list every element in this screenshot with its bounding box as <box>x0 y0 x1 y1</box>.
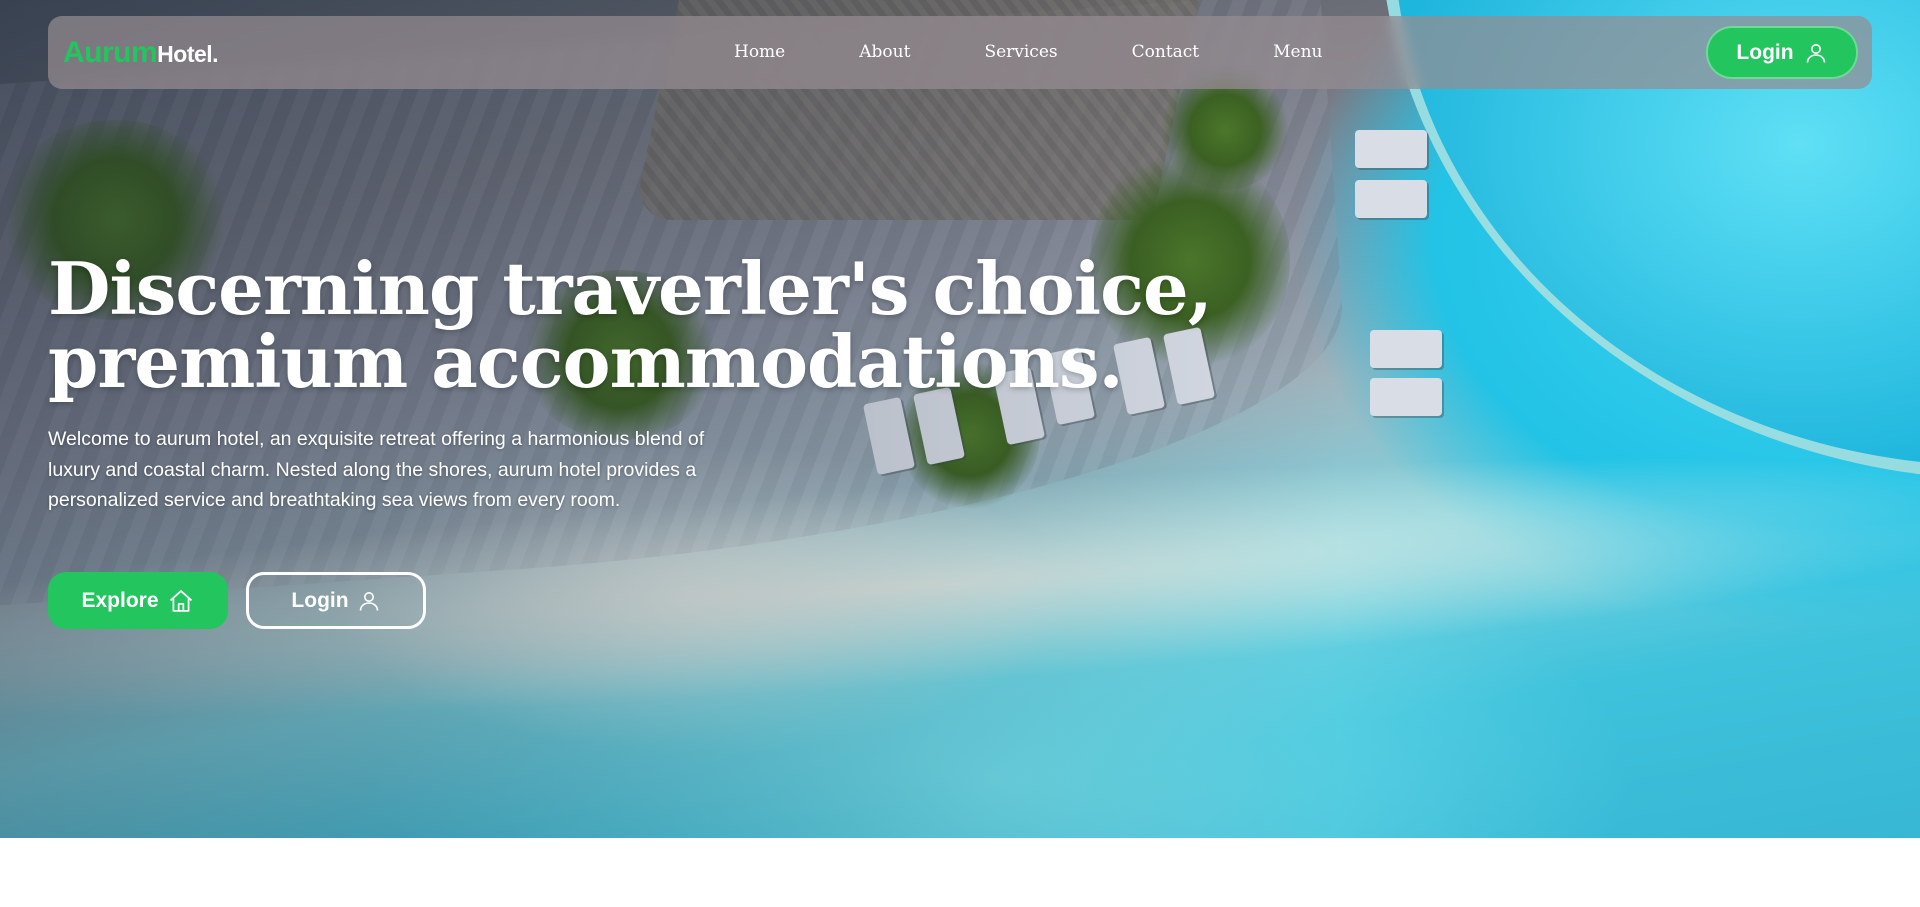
hero-headline-line2: premium accommodations. <box>48 319 1124 404</box>
nav-link-about[interactable]: About <box>859 42 910 62</box>
logo[interactable]: AurumHotel. <box>63 36 219 70</box>
nav-login-button[interactable]: Login <box>1706 26 1858 79</box>
hero-background-image <box>0 0 1920 838</box>
nav-links: Home About Services Contact Menu <box>734 42 1323 62</box>
hero-headline: Discerning traverler's choice, premium a… <box>48 252 1248 398</box>
hero-intro-text: Welcome to aurum hotel, an exquisite ret… <box>48 428 705 511</box>
hero-overlay <box>0 0 1920 838</box>
explore-label: Explore <box>81 588 159 612</box>
hero-login-button[interactable]: Login <box>246 572 426 629</box>
home-icon <box>167 587 195 615</box>
hero-login-label: Login <box>291 588 349 612</box>
user-icon <box>357 589 381 613</box>
explore-button[interactable]: Explore <box>48 572 228 629</box>
nav-link-home[interactable]: Home <box>734 42 785 62</box>
nav-link-menu[interactable]: Menu <box>1273 42 1322 62</box>
nav-link-contact[interactable]: Contact <box>1132 42 1200 62</box>
logo-brand: Aurum <box>63 36 158 69</box>
nav-login-label: Login <box>1736 40 1794 64</box>
top-navbar: AurumHotel. Home About Services Contact … <box>48 16 1872 89</box>
nav-link-services[interactable]: Services <box>984 42 1057 62</box>
user-icon <box>1804 41 1828 65</box>
logo-word: Hotel. <box>157 41 219 67</box>
